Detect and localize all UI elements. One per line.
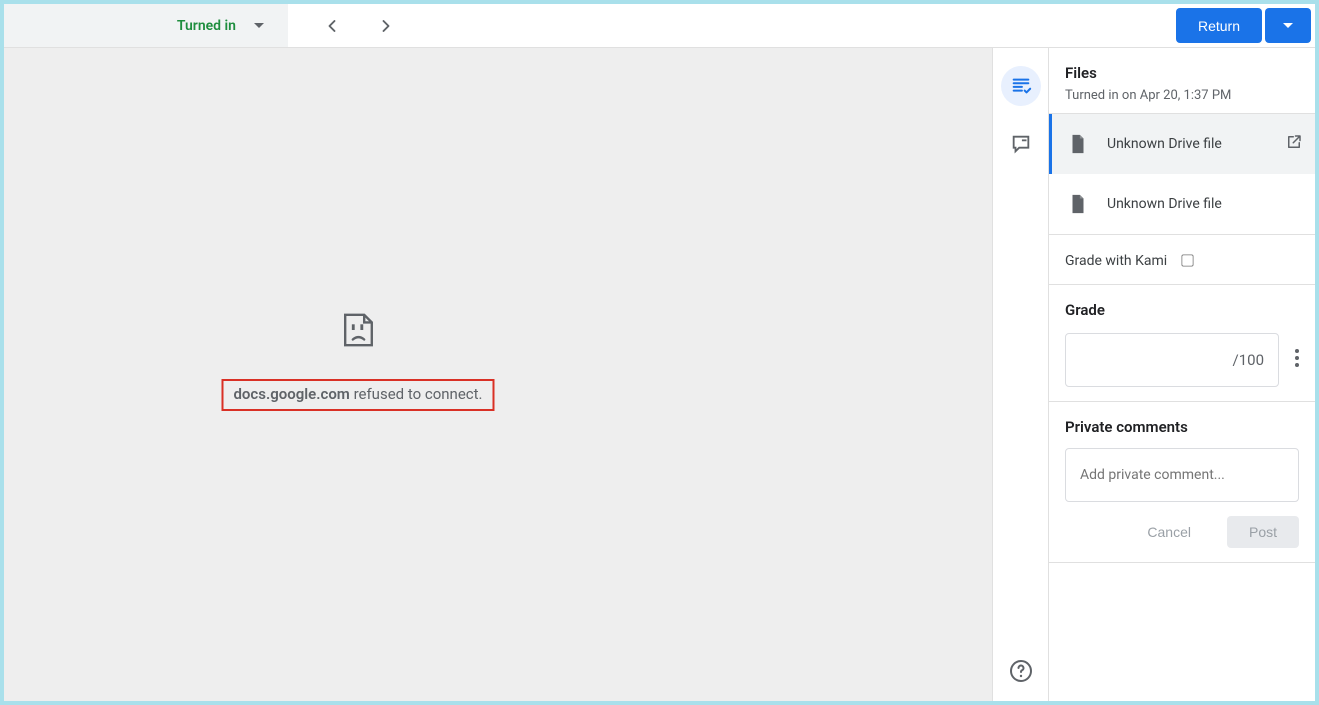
grading-tab[interactable]	[1001, 66, 1041, 106]
open-external-icon	[1285, 133, 1303, 151]
file-item[interactable]: Unknown Drive file	[1049, 114, 1315, 174]
kami-label: Grade with Kami	[1065, 253, 1167, 269]
error-message: docs.google.com refused to connect.	[221, 379, 494, 411]
files-heading: Files	[1065, 64, 1299, 82]
grade-input[interactable]: /100	[1065, 333, 1279, 387]
comment-icon	[1010, 133, 1032, 155]
prev-student-button[interactable]	[322, 16, 342, 36]
grade-block: Grade /100	[1049, 285, 1315, 402]
open-external-button[interactable]	[1285, 133, 1303, 155]
sad-page-icon	[221, 311, 494, 353]
help-icon	[1009, 659, 1033, 683]
more-vertical-icon	[1295, 349, 1299, 367]
comments-heading: Private comments	[1065, 418, 1299, 436]
turned-in-timestamp: Turned in on Apr 20, 1:37 PM	[1065, 88, 1299, 103]
grade-with-kami-toggle[interactable]: Grade with Kami	[1065, 251, 1299, 270]
side-rail	[993, 48, 1049, 701]
top-bar: Turned in Return	[4, 4, 1315, 48]
grade-options-button[interactable]	[1295, 349, 1299, 371]
caret-down-icon	[1283, 23, 1293, 28]
file-name: Unknown Drive file	[1107, 136, 1267, 152]
return-button-group: Return	[1176, 4, 1315, 47]
file-list: Unknown Drive file Unknown Drive file	[1049, 114, 1315, 235]
cancel-button[interactable]: Cancel	[1135, 516, 1203, 548]
comment-placeholder: Add private comment...	[1080, 467, 1225, 483]
kami-block: Grade with Kami	[1049, 235, 1315, 285]
grade-denominator: /100	[1233, 351, 1264, 369]
kami-checkbox[interactable]	[1182, 254, 1194, 266]
status-label: Turned in	[177, 18, 236, 34]
help-button[interactable]	[1009, 659, 1033, 683]
file-icon	[1067, 193, 1089, 215]
file-name: Unknown Drive file	[1107, 196, 1303, 212]
status-dropdown[interactable]: Turned in	[4, 4, 288, 47]
grading-icon	[1010, 75, 1032, 97]
private-comments-block: Private comments Add private comment... …	[1049, 402, 1315, 563]
return-button[interactable]: Return	[1176, 8, 1262, 43]
caret-down-icon	[254, 23, 264, 28]
post-button[interactable]: Post	[1227, 516, 1299, 548]
error-domain: docs.google.com	[233, 385, 349, 403]
grade-heading: Grade	[1065, 301, 1299, 319]
student-nav	[288, 4, 396, 47]
return-dropdown-button[interactable]	[1265, 8, 1311, 43]
file-item[interactable]: Unknown Drive file	[1049, 174, 1315, 234]
comment-input[interactable]: Add private comment...	[1065, 448, 1299, 502]
comments-tab[interactable]	[1001, 124, 1041, 164]
file-icon	[1067, 133, 1089, 155]
document-preview: docs.google.com refused to connect.	[4, 48, 993, 701]
next-student-button[interactable]	[376, 16, 396, 36]
grading-panel: Files Turned in on Apr 20, 1:37 PM Unkno…	[1049, 48, 1315, 701]
error-suffix: refused to connect.	[350, 385, 483, 403]
